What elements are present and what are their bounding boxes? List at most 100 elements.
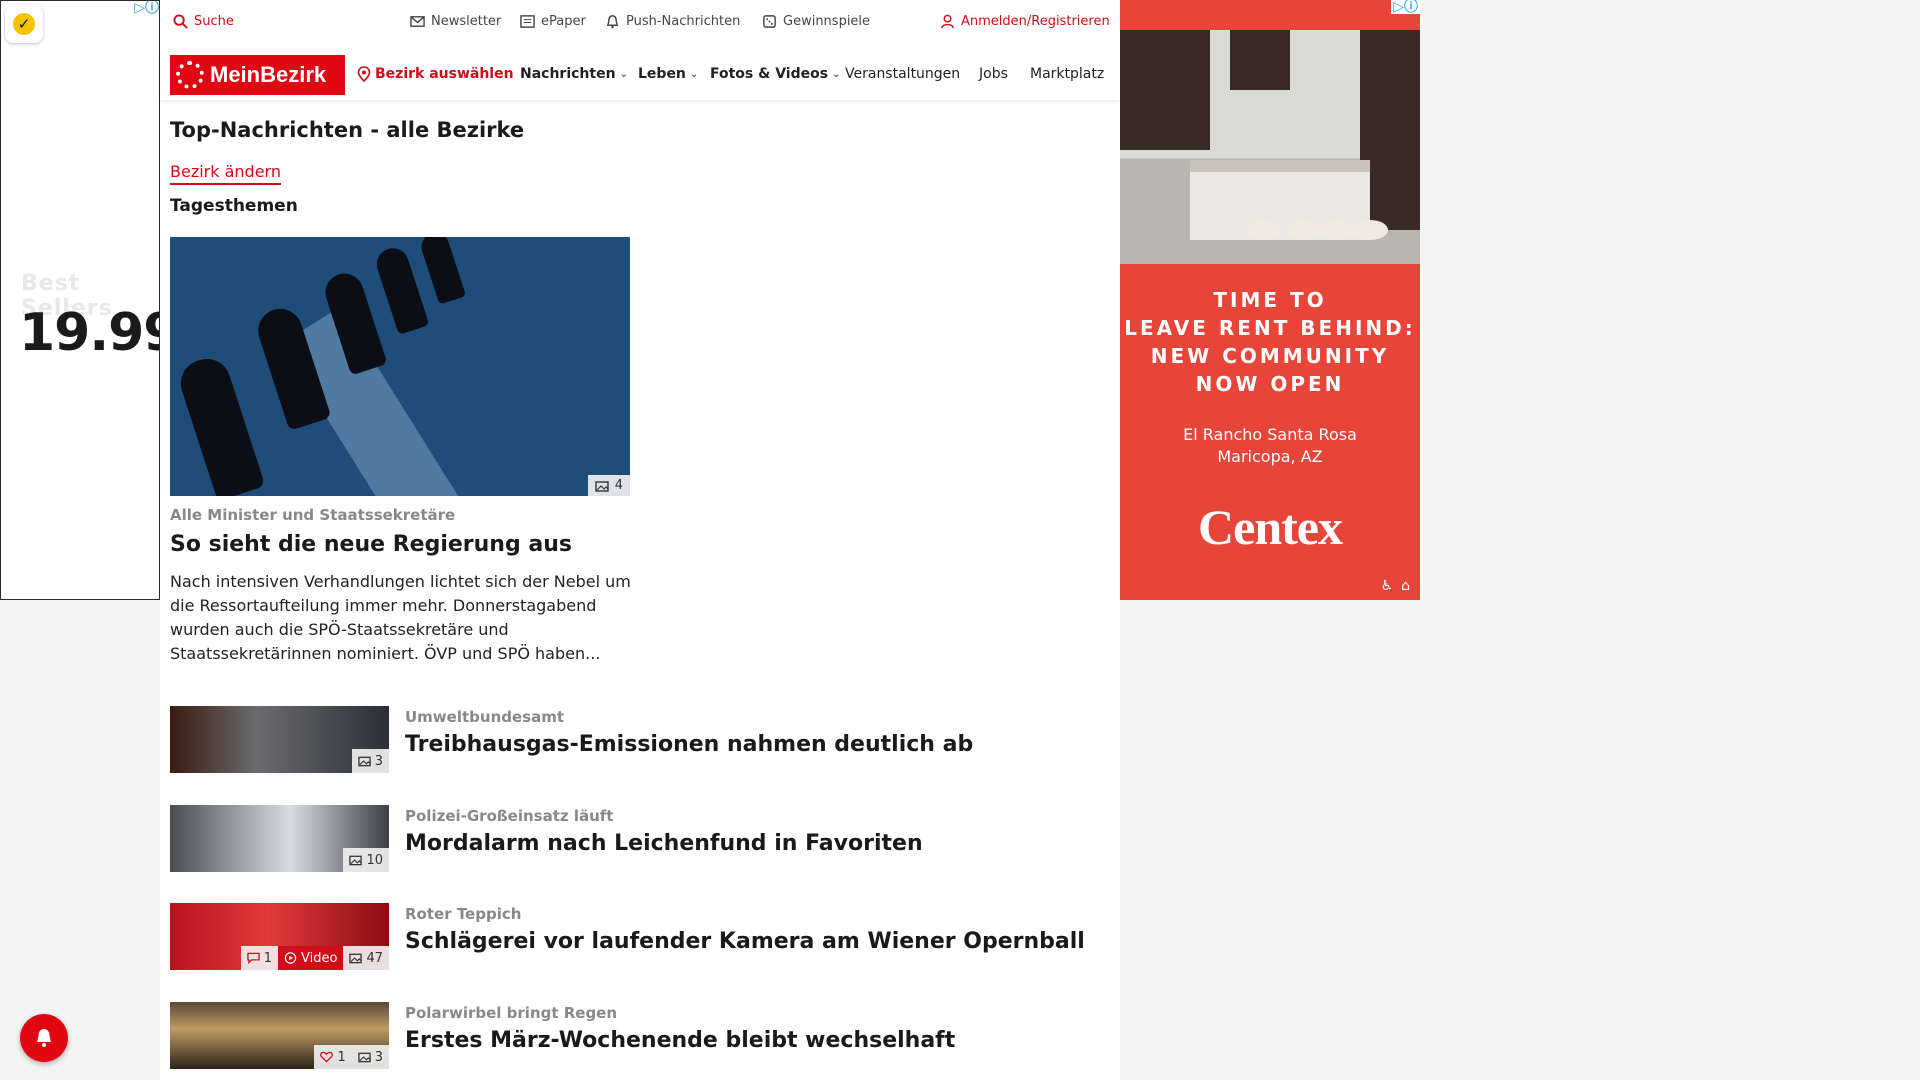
ad-location-line: El Rancho Santa Rosa (1183, 425, 1357, 444)
article-item[interactable]: 10 Polizei-Großeinsatz läuft Mordalarm n… (170, 805, 1070, 873)
comment-icon (247, 952, 260, 964)
article-thumbnail[interactable]: 3 (170, 706, 389, 773)
ad-footer-icons: ♿ ⌂ (1381, 578, 1410, 594)
article-headline[interactable]: Mordalarm nach Leichenfund in Favoriten (405, 831, 923, 856)
search-link[interactable]: Suche (173, 14, 234, 29)
article-headline[interactable]: Treibhausgas-Emissionen nahmen deutlich … (405, 732, 973, 757)
thumbnail-badges: 1 Video 47 (240, 946, 389, 970)
nav-item-nachrichten[interactable]: Nachrichten ⌄ (520, 66, 628, 82)
ad-price: 19.99 (19, 303, 159, 363)
push-notifications-link[interactable]: Push-Nachrichten (605, 14, 740, 29)
article-thumbnail[interactable]: 1 Video 47 (170, 903, 389, 970)
hero-teaser: Nach intensiven Verhandlungen lichtet si… (170, 572, 631, 663)
ad-headline-line: NOW OPEN (1195, 372, 1345, 396)
user-icon (941, 14, 954, 29)
hero-image[interactable]: 4 (170, 237, 630, 496)
image-count-badge: 10 (343, 848, 389, 872)
nav-label: Marktplatz (1030, 66, 1105, 82)
hero-kicker: Alle Minister und Staatssekretäre (170, 506, 456, 524)
adchoices-icon[interactable]: ▷ⓘ (1391, 0, 1420, 14)
search-label: Suche (194, 14, 234, 29)
gallery-icon (357, 756, 371, 767)
ad-headline: TIME TO LEAVE RENT BEHIND: NEW COMMUNITY… (1120, 286, 1420, 398)
image-count-badge: 3 (351, 1045, 389, 1069)
ad-headline-line: TIME TO (1213, 288, 1327, 312)
ad-location: El Rancho Santa Rosa Maricopa, AZ (1120, 424, 1420, 468)
district-label: Bezirk auswählen (375, 66, 514, 82)
play-icon (284, 952, 297, 964)
hero-image-chair (417, 237, 467, 305)
image-count: 4 (614, 478, 623, 493)
article-item[interactable]: 1 Video 47 Roter Teppich Schlägerei vor … (170, 903, 1085, 971)
nav-item-fotos-videos[interactable]: Fotos & Videos ⌄ (710, 66, 840, 82)
location-pin-icon (357, 66, 371, 82)
video-label: Video (301, 950, 338, 966)
ad-photo-stool (1320, 220, 1356, 240)
nav-label: Leben (638, 66, 686, 82)
page-title: Top-Nachrichten - alle Bezirke (170, 118, 525, 142)
nav-item-marktplatz[interactable]: Marktplatz (1030, 66, 1112, 82)
chevron-down-icon: ⌄ (832, 68, 841, 80)
ad-photo-stool (1245, 220, 1281, 240)
contests-label: Gewinnspiele (783, 14, 871, 29)
main-navbar: MeinBezirk Bezirk auswählen Nachrichten ⌄… (160, 50, 1120, 100)
video-badge: Video (278, 946, 344, 970)
ad-photo-cabinet (1120, 30, 1210, 150)
newsletter-link[interactable]: Newsletter (410, 14, 501, 29)
ad-photo-cabinet (1230, 30, 1290, 90)
ad-brand-logo: Centex (1198, 499, 1343, 555)
epaper-label: ePaper (541, 14, 586, 29)
gallery-icon (595, 480, 609, 492)
article-thumbnail[interactable]: 10 (170, 805, 389, 872)
ad-headline-line: LEAVE RENT BEHIND: (1124, 316, 1416, 340)
right-ad-banner[interactable]: ▷ⓘ TIME TO LEAVE RENT BEHIND: NEW COMMUN… (1120, 0, 1420, 600)
comment-count-badge: 1 (240, 946, 279, 970)
site-logo[interactable]: MeinBezirk (170, 55, 345, 95)
contests-link[interactable]: Gewinnspiele (762, 14, 870, 29)
district-selector[interactable]: Bezirk auswählen (357, 66, 514, 82)
push-notification-button[interactable] (20, 1014, 68, 1062)
thumbnail-badges: 10 (343, 848, 389, 872)
epaper-link[interactable]: ePaper (520, 14, 586, 29)
nav-label: Veranstaltungen (845, 66, 961, 82)
push-label: Push-Nachrichten (626, 14, 741, 29)
nav-item-leben[interactable]: Leben ⌄ (638, 66, 698, 82)
nav-label: Jobs (979, 66, 1008, 82)
like-count-badge: 1 (314, 1045, 352, 1069)
ad-photo-stool (1285, 220, 1321, 240)
heart-icon (320, 1051, 334, 1063)
change-district-link[interactable]: Bezirk ändern (170, 162, 281, 185)
left-ad-banner[interactable]: ✓ ▷ⓘ Best Sellers 19.99 (0, 0, 160, 600)
newspaper-icon (520, 15, 535, 28)
article-headline[interactable]: Schlägerei vor laufender Kamera am Wiene… (405, 929, 1085, 954)
mail-icon (410, 16, 425, 27)
thumbnail-badges: 3 (351, 749, 389, 773)
login-link[interactable]: Anmelden/Registrieren (940, 14, 1110, 29)
nav-item-veranstaltungen[interactable]: Veranstaltungen (845, 66, 960, 82)
article-kicker: Roter Teppich (405, 905, 522, 923)
search-icon (173, 14, 188, 29)
ad-photo-stool (1352, 220, 1388, 240)
image-count: 10 (366, 852, 383, 868)
nav-label: Fotos & Videos (710, 66, 829, 82)
newsletter-label: Newsletter (431, 14, 502, 29)
like-count: 1 (337, 1049, 346, 1065)
image-count: 3 (374, 1049, 383, 1065)
article-thumbnail[interactable]: 1 3 (170, 1002, 389, 1069)
article-kicker: Polarwirbel bringt Regen (405, 1004, 618, 1022)
hero-headline[interactable]: So sieht die neue Regierung aus (170, 532, 572, 557)
article-headline[interactable]: Erstes März-Wochenende bleibt wechselhaf… (405, 1028, 955, 1053)
section-heading: Tagesthemen (170, 196, 298, 216)
hero-image-chair (174, 352, 266, 496)
article-item[interactable]: 1 3 Polarwirbel bringt Regen Erstes März… (170, 1002, 1070, 1070)
gallery-icon (357, 1052, 371, 1063)
thumbnail-badges: 1 3 (314, 1045, 389, 1069)
nav-label: Nachrichten (520, 66, 616, 82)
adchoices-icon[interactable]: ▷ⓘ (134, 1, 159, 15)
logo-mark-icon (176, 61, 204, 89)
article-item[interactable]: 3 Umweltbundesamt Treibhausgas-Emissione… (170, 706, 1070, 774)
main-content: Suche Newsletter ePaper Push-Nachrichten… (160, 0, 1120, 1080)
nav-item-jobs[interactable]: Jobs (979, 66, 1008, 82)
accessibility-icon: ♿ (1380, 578, 1394, 594)
login-label: Anmelden/Registrieren (961, 14, 1110, 29)
